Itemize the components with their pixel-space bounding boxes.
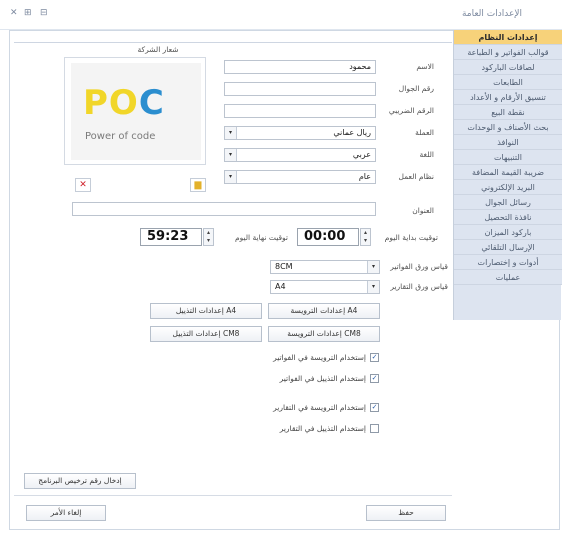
sidebar-item-invoice-templates[interactable]: قوالب الفواتير و الطباعة (454, 45, 562, 60)
work-system-label: نظام العمل (398, 172, 434, 181)
report-paper-label: قياس ورق التقارير (390, 282, 448, 291)
sidebar-item-vat[interactable]: ضريبة القيمة المضافة (454, 165, 562, 180)
work-system-value: عام (358, 172, 371, 181)
language-value: عربي (352, 150, 371, 159)
save-button[interactable]: حفظ (366, 505, 446, 521)
sidebar-item-system-settings[interactable]: إعدادات النظام (454, 30, 562, 45)
footer-divider (14, 495, 452, 496)
maximize-icon[interactable]: ⊞ (24, 8, 32, 18)
use-footer-invoices-label: إستخدام التذييل في الفواتير (279, 374, 366, 383)
sidebar-item-tools[interactable]: أدوات و إختصارات (454, 255, 562, 270)
tax-number-label: الرقم الضريبي (388, 106, 434, 115)
day-start-field[interactable]: 00:00 (297, 228, 359, 246)
remove-logo-icon[interactable]: ✕ (75, 178, 91, 192)
sidebar-item-scale-barcode[interactable]: باركود الميزان (454, 225, 562, 240)
tax-number-field[interactable] (224, 104, 376, 118)
sidebar-nav: إعدادات النظام قوالب الفواتير و الطباعة … (453, 30, 562, 320)
invoice-paper-value: 8CM (275, 262, 293, 271)
sidebar-item-collection[interactable]: نافذة التحصيل (454, 210, 562, 225)
company-logo-frame[interactable]: POC Power of code (64, 57, 206, 165)
chevron-down-icon[interactable]: ▾ (367, 261, 379, 273)
use-footer-reports-checkbox[interactable] (370, 424, 379, 433)
mobile-field[interactable] (224, 82, 376, 96)
panel-divider (14, 42, 452, 43)
day-end-label: توقيت نهاية اليوم (234, 233, 288, 242)
day-end-field[interactable]: 59:23 (140, 228, 202, 246)
use-header-reports-checkbox[interactable]: ✓ (370, 403, 379, 412)
language-label: اللغة (419, 150, 435, 159)
sidebar-item-number-format[interactable]: تنسيق الأرقام و الأعداد (454, 90, 562, 105)
minimize-icon[interactable]: ⊟ (40, 8, 48, 18)
sidebar-item-email[interactable]: البريد الإلكتروني (454, 180, 562, 195)
invoice-paper-label: قياس ورق الفواتير (390, 262, 448, 271)
work-system-select[interactable]: ▾ عام (224, 170, 376, 184)
browse-folder-icon[interactable]: ▆ (190, 178, 206, 192)
sidebar-item-operations[interactable]: عمليات (454, 270, 562, 285)
sidebar-item-point-of-sale[interactable]: نقطة البيع (454, 105, 562, 120)
currency-select[interactable]: ▾ ريال عماني (224, 126, 376, 140)
sidebar-item-sms[interactable]: رسائل الجوال (454, 195, 562, 210)
chevron-down-icon[interactable]: ▾ (225, 127, 237, 139)
name-field[interactable]: محمود (224, 60, 376, 74)
company-logo-heading: شعار الشركة (137, 45, 179, 54)
day-end-spinner[interactable]: ▴ ▾ (203, 228, 214, 246)
use-footer-reports-label: إستخدام التذييل في التقارير (279, 424, 366, 433)
use-footer-invoices-checkbox[interactable]: ✓ (370, 374, 379, 383)
sidebar-item-item-search[interactable]: بحث الأصناف و الوحدات (454, 120, 562, 135)
use-header-reports-label: إستخدام الترويسة في التقارير (273, 403, 366, 412)
chevron-down-icon[interactable]: ▾ (225, 171, 237, 183)
cancel-button[interactable]: إلغاء الأمر (26, 505, 106, 521)
use-header-invoices-checkbox[interactable]: ✓ (370, 353, 379, 362)
language-select[interactable]: ▾ عربي (224, 148, 376, 162)
logo-tagline: Power of code (85, 131, 156, 142)
header-cm8-button[interactable]: إعدادات الترويسة CM8 (268, 326, 380, 342)
chevron-down-icon[interactable]: ▾ (225, 149, 237, 161)
report-paper-value: A4 (275, 282, 286, 291)
mobile-label: رقم الجوال (398, 84, 434, 93)
report-paper-select[interactable]: A4 ▾ (270, 280, 380, 294)
name-label: الاسم (416, 62, 434, 71)
footer-cm8-button[interactable]: إعدادات التذييل CM8 (150, 326, 262, 342)
logo-mark: POC (83, 83, 165, 123)
address-field[interactable] (72, 202, 376, 216)
address-label: العنوان (412, 206, 434, 215)
day-start-spinner[interactable]: ▴ ▾ (360, 228, 371, 246)
sidebar-item-barcode-labels[interactable]: لصاقات الباركود (454, 60, 562, 75)
company-logo: POC Power of code (71, 63, 201, 160)
title-bar: ✕ ⊞ ⊟ الإعدادات العامة (0, 0, 562, 30)
window-title: الإعدادات العامة (461, 9, 522, 19)
currency-label: العملة (415, 128, 434, 137)
sidebar-item-alerts[interactable]: التنبيهات (454, 150, 562, 165)
invoice-paper-select[interactable]: 8CM ▾ (270, 260, 380, 274)
sidebar-item-windows[interactable]: النوافذ (454, 135, 562, 150)
close-icon[interactable]: ✕ (10, 8, 18, 18)
footer-a4-button[interactable]: إعدادات التذييل A4 (150, 303, 262, 319)
header-a4-button[interactable]: إعدادات الترويسة A4 (268, 303, 380, 319)
chevron-down-icon[interactable]: ▾ (367, 281, 379, 293)
sidebar-item-auto-send[interactable]: الإرسال التلقائي (454, 240, 562, 255)
currency-value: ريال عماني (333, 128, 371, 137)
day-start-label: توقيت بداية اليوم (384, 233, 438, 242)
sidebar-item-printers[interactable]: الطابعات (454, 75, 562, 90)
use-header-invoices-label: إستخدام الترويسة في الفواتير (273, 353, 366, 362)
license-button[interactable]: إدخال رقم ترخيص البرنامج (24, 473, 136, 489)
